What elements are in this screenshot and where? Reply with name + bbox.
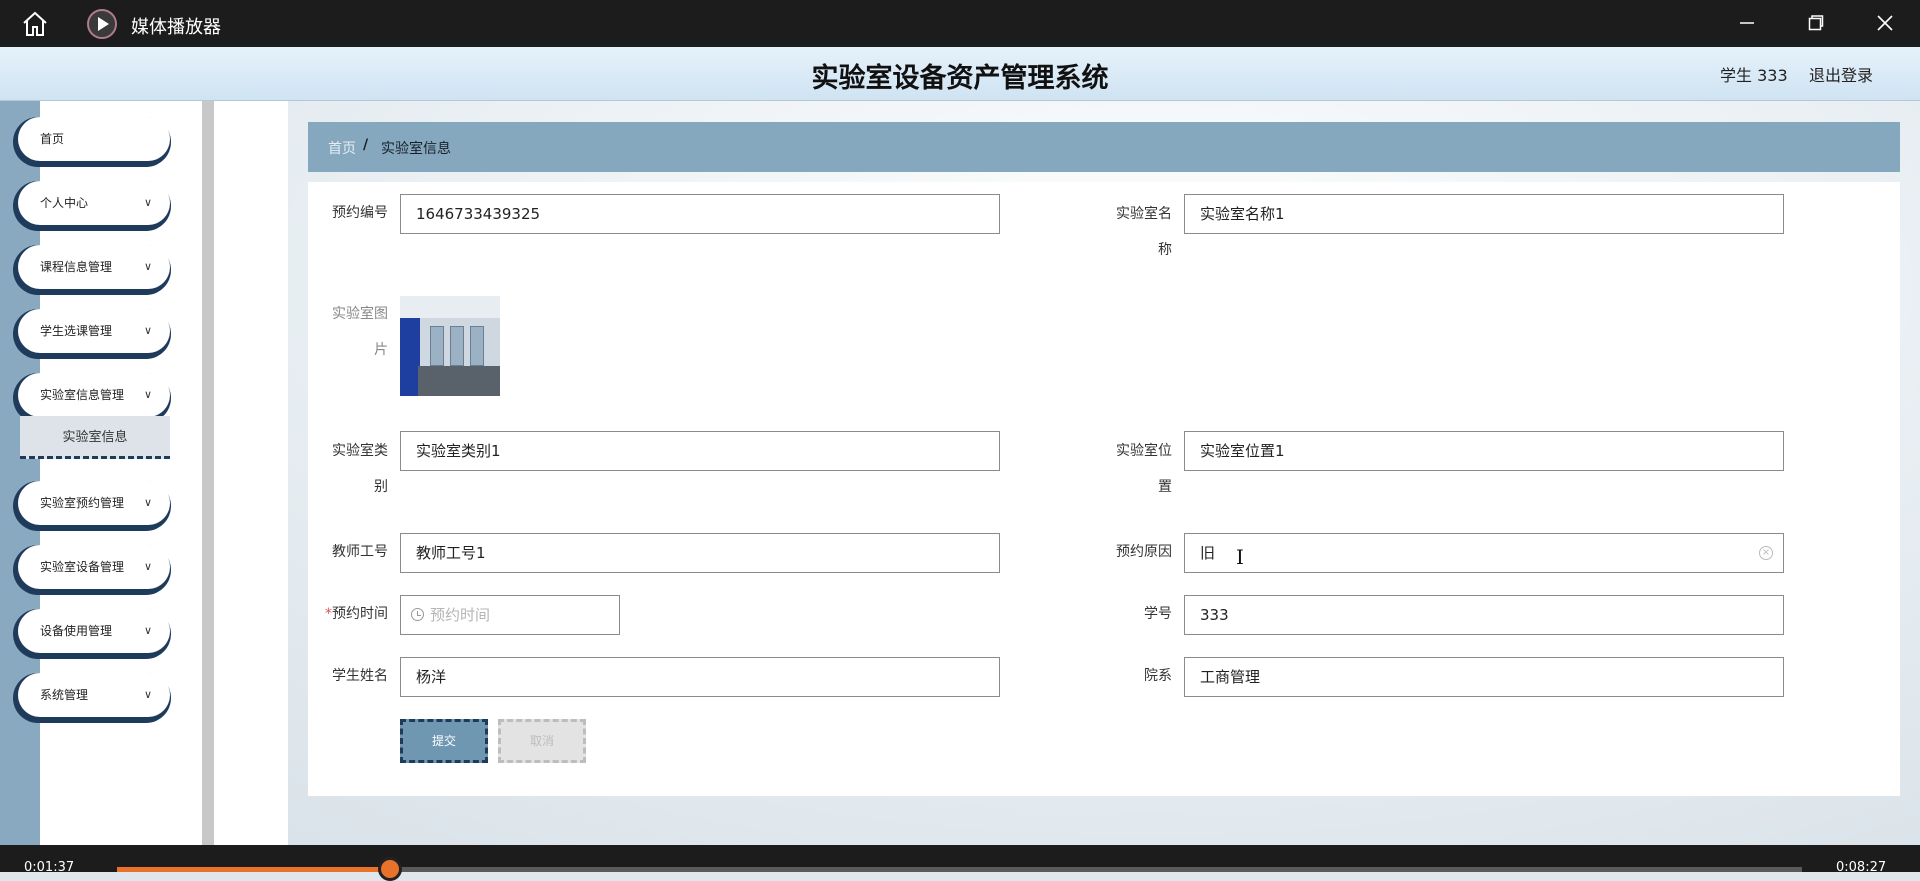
sidebar-item-label: 首页 xyxy=(40,132,65,146)
submit-button[interactable]: 提交 xyxy=(400,719,488,763)
department-field[interactable]: 工商管理 xyxy=(1184,657,1784,697)
current-user: 学生 333 xyxy=(1720,66,1788,85)
lab-type-label: 实验室类 别 xyxy=(332,443,388,495)
sidebar-item-course-selection[interactable]: 学生选课管理 ∨ xyxy=(18,309,170,353)
lab-location-label: 实验室位 置 xyxy=(1116,443,1172,495)
logout-link[interactable]: 退出登录 xyxy=(1809,62,1873,86)
content-gutter xyxy=(214,101,288,845)
sidebar-item-label: 学生选课管理 xyxy=(40,324,113,338)
teacher-no-field[interactable]: 教师工号1 xyxy=(400,533,1000,573)
sidebar-item-label: 实验室预约管理 xyxy=(40,496,125,510)
student-no-field[interactable]: 333 xyxy=(1184,595,1784,635)
lab-photo xyxy=(400,296,500,396)
chevron-down-icon: ∨ xyxy=(143,260,152,273)
student-name-label: 学生姓名 xyxy=(332,668,388,684)
seek-bar[interactable] xyxy=(117,867,1802,872)
lab-image-label: 实验室图 片 xyxy=(332,306,388,358)
booking-no-field[interactable]: 1646733439325 xyxy=(400,194,1000,234)
booking-no-label: 预约编号 xyxy=(332,205,388,221)
sidebar-item-label: 课程信息管理 xyxy=(40,260,113,274)
sidebar-item-lab-info[interactable]: 实验室信息管理 ∨ xyxy=(18,373,170,417)
text-cursor-icon: I xyxy=(1236,545,1244,569)
home-icon[interactable] xyxy=(20,10,50,38)
lab-location-field[interactable]: 实验室位置1 xyxy=(1184,431,1784,471)
time-remaining: 0:08:27 xyxy=(1836,860,1887,875)
sidebar-item-label: 实验室信息管理 xyxy=(40,388,125,402)
sidebar-item-lab-booking[interactable]: 实验室预约管理 ∨ xyxy=(18,481,170,525)
chevron-down-icon: ∨ xyxy=(143,388,152,401)
student-name-field[interactable]: 杨洋 xyxy=(400,657,1000,697)
chevron-down-icon: ∨ xyxy=(143,496,152,509)
restore-icon[interactable] xyxy=(1796,8,1836,38)
sidebar-item-label: 个人中心 xyxy=(40,196,89,210)
booking-time-label: *预约时间 xyxy=(325,606,388,622)
breadcrumb: 首页 / 实验室信息 xyxy=(308,122,1900,172)
breadcrumb-current: 实验室信息 xyxy=(381,141,451,157)
sidebar-item-personal-center[interactable]: 个人中心 ∨ xyxy=(18,181,170,225)
reason-label: 预约原因 xyxy=(1116,544,1172,560)
chevron-down-icon: ∨ xyxy=(143,624,152,637)
cancel-button[interactable]: 取消 xyxy=(498,719,586,763)
booking-time-picker[interactable]: 预约时间 xyxy=(400,595,620,635)
sidebar-item-label: 系统管理 xyxy=(40,688,89,702)
sidebar-item-system[interactable]: 系统管理 ∨ xyxy=(18,673,170,717)
close-icon[interactable] xyxy=(1865,8,1905,38)
reason-field[interactable]: 旧 × xyxy=(1184,533,1784,573)
minimize-icon[interactable] xyxy=(1727,8,1767,38)
sidebar-item-label: 实验室设备管理 xyxy=(40,560,125,574)
system-title: 实验室设备资产管理系统 xyxy=(811,63,1109,94)
media-player-logo-icon xyxy=(87,9,117,39)
time-elapsed: 0:01:37 xyxy=(24,860,75,875)
sidebar-divider xyxy=(202,101,214,845)
breadcrumb-home[interactable]: 首页 xyxy=(328,138,356,158)
chevron-down-icon: ∨ xyxy=(143,560,152,573)
chevron-down-icon: ∨ xyxy=(143,688,152,701)
sidebar-item-course-info[interactable]: 课程信息管理 ∨ xyxy=(18,245,170,289)
lab-name-label: 实验室名 称 xyxy=(1116,206,1172,258)
seek-bar-progress xyxy=(117,867,390,872)
player-titlebar: 媒体播放器 xyxy=(0,0,1920,47)
breadcrumb-separator: / xyxy=(363,137,369,153)
chevron-down-icon: ∨ xyxy=(143,324,152,337)
department-label: 院系 xyxy=(1144,668,1172,684)
sidebar-item-lab-equipment[interactable]: 实验室设备管理 ∨ xyxy=(18,545,170,589)
player-title: 媒体播放器 xyxy=(131,17,221,38)
reason-value: 旧 xyxy=(1200,544,1216,562)
lab-type-field[interactable]: 实验室类别1 xyxy=(400,431,1000,471)
sidebar-item-label: 设备使用管理 xyxy=(40,624,113,638)
chevron-down-icon: ∨ xyxy=(143,196,152,209)
seek-thumb[interactable] xyxy=(377,857,402,881)
lab-name-field[interactable]: 实验室名称1 xyxy=(1184,194,1784,234)
clock-icon xyxy=(411,608,424,621)
clear-icon[interactable]: × xyxy=(1759,546,1773,560)
sidebar-item-home[interactable]: 首页 xyxy=(18,117,170,161)
teacher-no-label: 教师工号 xyxy=(332,544,388,560)
sidebar-subitem-lab-info[interactable]: 实验室信息 xyxy=(20,416,170,459)
sidebar-item-equipment-usage[interactable]: 设备使用管理 ∨ xyxy=(18,609,170,653)
student-no-label: 学号 xyxy=(1144,606,1172,622)
